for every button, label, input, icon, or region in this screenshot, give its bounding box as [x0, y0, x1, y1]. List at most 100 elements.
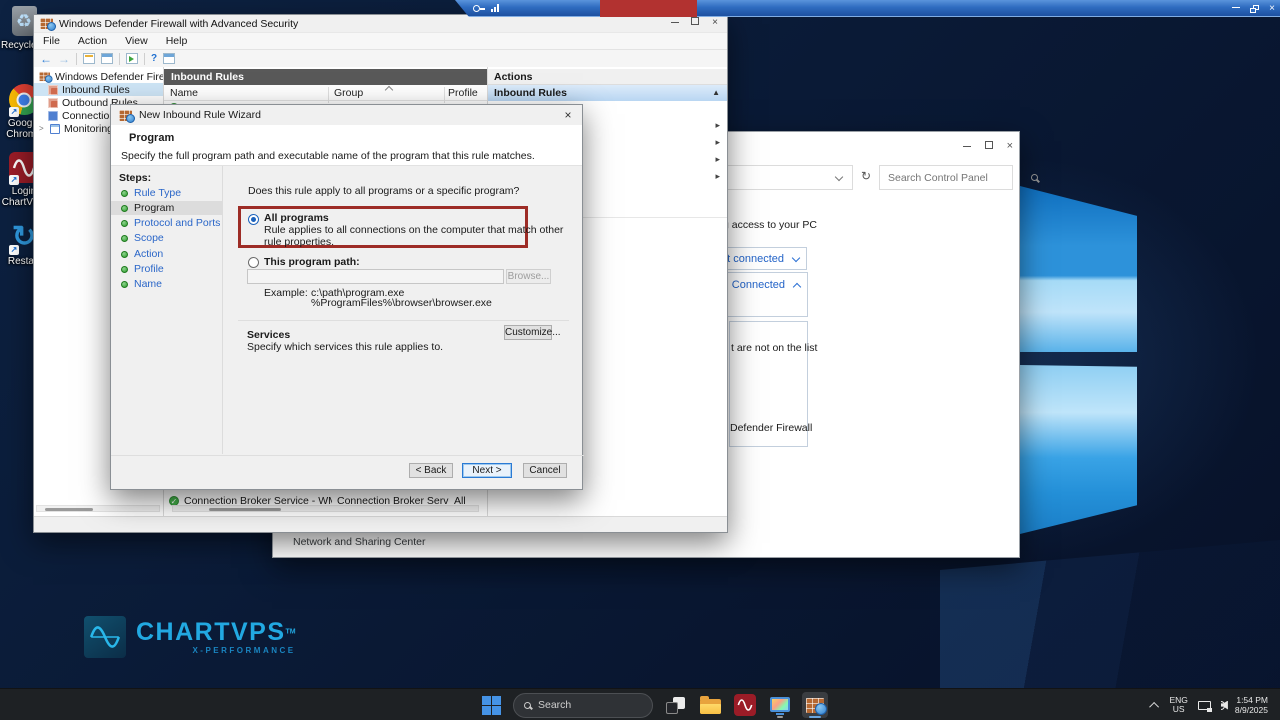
step-program[interactable]: Program [111, 201, 223, 215]
list-horizontal-scrollbar[interactable] [172, 505, 479, 512]
back-button[interactable]: < Back [409, 463, 453, 478]
close-icon[interactable]: × [1269, 3, 1275, 14]
chartvps-brand-logo: CHARTVPSTM X-PERFORMANCE [84, 616, 296, 658]
restore-icon[interactable] [1250, 4, 1260, 13]
tree-item-root[interactable]: Windows Defender Firewall with Advanced … [34, 70, 163, 83]
cancel-button[interactable]: Cancel [523, 463, 567, 478]
back-icon[interactable]: ← [40, 53, 52, 65]
step-protocol-ports[interactable]: Protocol and Ports [111, 216, 223, 230]
tray-overflow-chevron-icon[interactable] [1149, 701, 1160, 712]
menu-help[interactable]: Help [157, 35, 197, 47]
all-programs-radio[interactable] [248, 214, 259, 225]
help-icon[interactable]: ? [151, 53, 157, 64]
scrollbar-thumb[interactable] [45, 508, 93, 511]
shortcut-arrow-icon: ↗ [9, 175, 19, 185]
close-icon[interactable]: × [1007, 140, 1013, 152]
submenu-arrow-icon[interactable]: ▸ [715, 154, 720, 165]
firewall-app-button[interactable] [802, 692, 828, 718]
wizard-titlebar[interactable]: New Inbound Rule Wizard × [111, 105, 582, 125]
not-connected-dropdown[interactable]: ot connected [719, 247, 807, 270]
display-settings-button[interactable] [767, 692, 793, 718]
close-icon[interactable]: × [560, 108, 576, 122]
firewall-titlebar[interactable]: Windows Defender Firewall with Advanced … [34, 15, 727, 32]
step-label: Program [134, 202, 175, 214]
new-inbound-rule-wizard: New Inbound Rule Wizard × Program Specif… [110, 104, 584, 490]
menu-action[interactable]: Action [69, 35, 116, 47]
clock[interactable]: 1:54 PM 8/9/2025 [1235, 695, 1268, 715]
step-scope[interactable]: Scope [111, 231, 223, 245]
program-path-radio[interactable] [248, 257, 259, 268]
pin-icon[interactable] [473, 5, 485, 12]
menu-file[interactable]: File [34, 35, 69, 47]
program-path-input[interactable] [247, 269, 504, 284]
section-separator [238, 320, 569, 321]
column-profile[interactable]: Profile [448, 87, 478, 99]
column-headers: Name Group Profile [164, 85, 487, 103]
file-explorer-button[interactable] [697, 692, 723, 718]
chevron-up-icon [792, 282, 802, 292]
close-icon[interactable]: × [705, 16, 725, 30]
collapse-icon[interactable]: ▲ [712, 85, 720, 101]
refresh-icon[interactable]: ↻ [861, 169, 871, 183]
customize-button[interactable]: Customize... [504, 325, 561, 340]
step-name[interactable]: Name [111, 277, 223, 291]
start-button[interactable] [478, 692, 504, 718]
tree-item-inbound-rules[interactable]: Inbound Rules [34, 83, 163, 96]
submenu-arrow-icon[interactable]: ▸ [715, 171, 720, 182]
minimize-icon[interactable] [1232, 4, 1241, 14]
wizard-title: New Inbound Rule Wizard [139, 109, 261, 121]
firewall-app-icon [119, 109, 135, 123]
task-view-button[interactable] [662, 692, 688, 718]
forward-icon[interactable]: → [58, 53, 70, 65]
step-profile[interactable]: Profile [111, 262, 223, 276]
submenu-arrow-icon[interactable]: ▸ [715, 137, 720, 148]
network-sharing-center-link[interactable]: Network and Sharing Center [293, 536, 426, 548]
network-icon[interactable] [1197, 700, 1212, 712]
new-rule-icon[interactable] [126, 53, 138, 64]
connected-dropdown[interactable]: Connected [717, 272, 808, 317]
show-window-icon[interactable] [101, 53, 113, 64]
shortcut-arrow-icon: ↗ [9, 107, 19, 117]
minimize-icon[interactable] [665, 16, 685, 30]
chevron-down-icon[interactable] [834, 172, 844, 182]
expander-icon[interactable]: > [39, 124, 46, 133]
actions-inbound-rules-group[interactable]: Inbound Rules ▲ [488, 85, 727, 101]
export-list-icon[interactable] [83, 53, 95, 64]
toolbar-separator [119, 52, 120, 65]
column-group[interactable]: Group [334, 87, 363, 99]
taskbar-search[interactable]: Search [513, 692, 653, 718]
maximize-icon[interactable] [984, 140, 993, 152]
step-label: Protocol and Ports [134, 217, 221, 229]
next-button[interactable]: Next > [462, 463, 512, 478]
column-separator[interactable] [328, 87, 329, 103]
taskbar: Search ENG US 1:54 PM 8/9/2025 [0, 688, 1280, 720]
step-action[interactable]: Action [111, 247, 223, 261]
footer-separator [111, 455, 584, 456]
browse-button[interactable]: Browse... [506, 269, 551, 284]
defender-firewall-fragment: Defender Firewall [730, 422, 813, 434]
tray-date: 8/9/2025 [1234, 705, 1268, 715]
chartvps-icon [734, 694, 756, 716]
column-name[interactable]: Name [170, 87, 198, 99]
column-separator[interactable] [444, 87, 445, 103]
services-description: Specify which services this rule applies… [247, 341, 444, 353]
volume-button[interactable] [1220, 700, 1228, 710]
maximize-icon[interactable] [685, 16, 705, 30]
step-rule-type[interactable]: Rule Type [111, 186, 223, 200]
search-icon [1031, 174, 1038, 181]
control-panel-search[interactable] [879, 165, 1038, 190]
minimize-icon[interactable] [962, 140, 971, 152]
status-bar [34, 516, 727, 532]
wizard-heading: Program [129, 132, 175, 144]
language-indicator[interactable]: ENG US [1169, 696, 1187, 714]
menu-view[interactable]: View [116, 35, 157, 47]
wizard-header: Program Specify the full program path an… [111, 125, 582, 166]
chevron-down-icon [791, 253, 801, 263]
submenu-arrow-icon[interactable]: ▸ [715, 120, 720, 131]
tree-horizontal-scrollbar[interactable] [36, 505, 160, 512]
search-input[interactable] [880, 171, 1031, 184]
scrollbar-thumb[interactable] [209, 508, 281, 511]
console-window-icon[interactable] [163, 53, 176, 64]
outbound-rules-icon [48, 97, 58, 108]
chartvps-app-button[interactable] [732, 692, 758, 718]
